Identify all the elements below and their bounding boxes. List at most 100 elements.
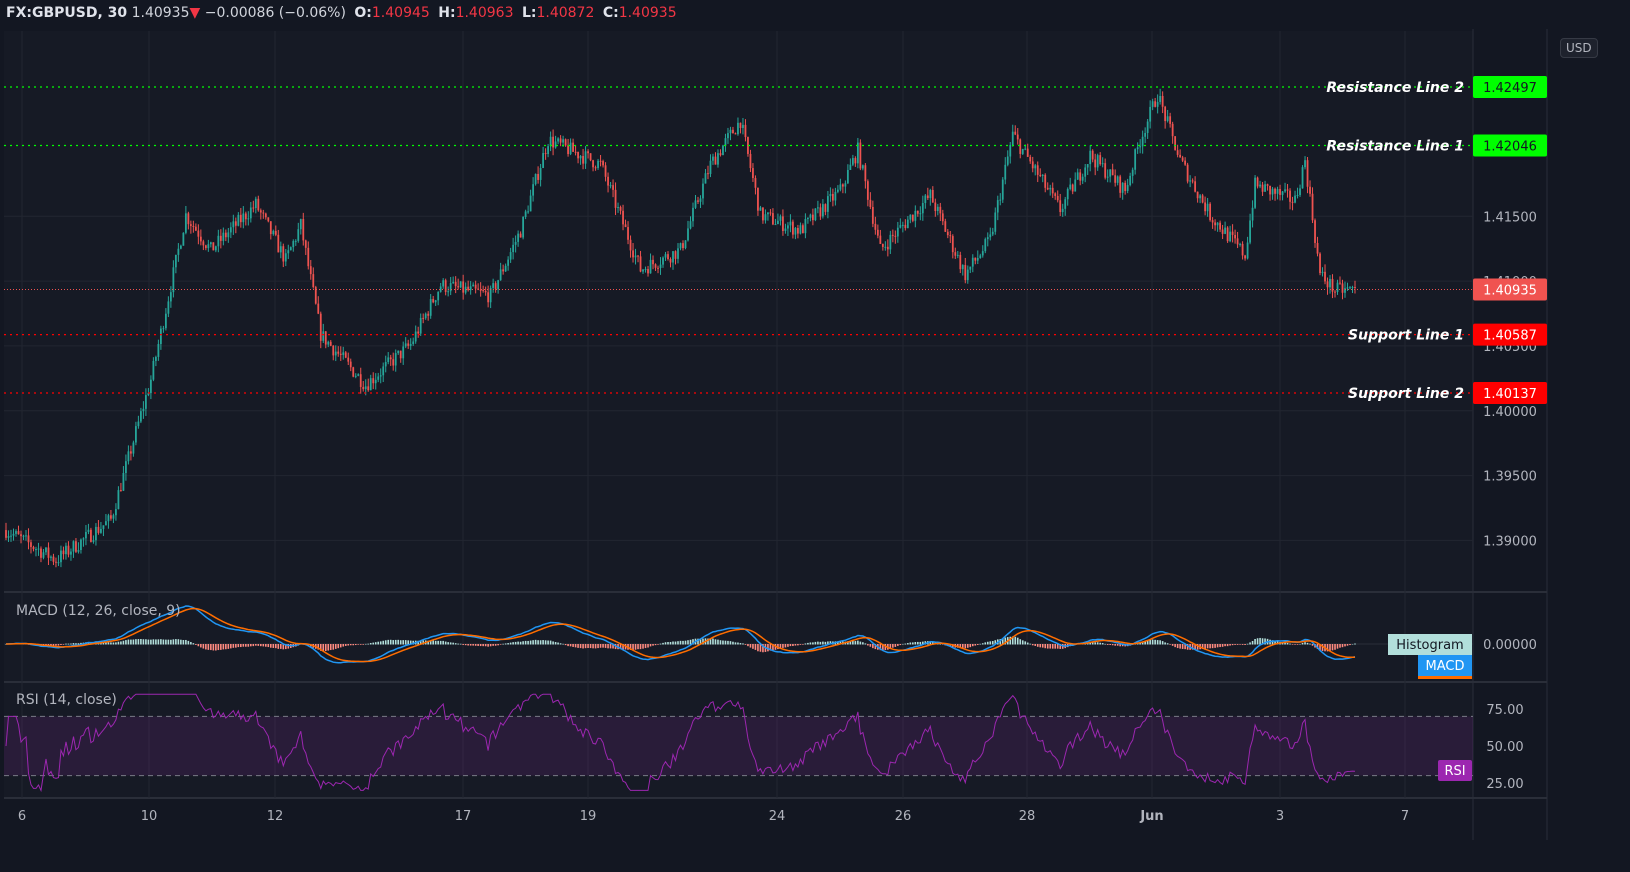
- rsi-title[interactable]: RSI (14, close): [16, 692, 117, 708]
- time-axis-label: 17: [455, 809, 472, 824]
- histogram-bar: [1351, 643, 1354, 645]
- histogram-bar: [1309, 643, 1311, 645]
- candle-body: [1284, 189, 1286, 192]
- histogram-bar: [594, 644, 597, 649]
- histogram-bar: [1149, 639, 1151, 645]
- histogram-bar: [245, 644, 247, 647]
- candle-body: [312, 274, 315, 288]
- candle-body: [459, 281, 462, 288]
- candle-body: [32, 546, 35, 550]
- candle-body: [110, 515, 112, 519]
- histogram-bar: [1164, 642, 1166, 645]
- candle-body: [1074, 179, 1077, 192]
- histogram-bar: [454, 643, 457, 645]
- histogram-bar: [582, 644, 584, 649]
- histogram-bar: [1159, 640, 1161, 645]
- candle-body: [1349, 287, 1351, 289]
- histogram-bar: [529, 640, 532, 645]
- candle-body: [777, 220, 779, 225]
- histogram-bar: [674, 641, 677, 645]
- candle-body: [157, 344, 160, 357]
- candle-body: [924, 195, 927, 204]
- histogram-bar: [1029, 643, 1032, 645]
- histogram-bar: [389, 639, 392, 645]
- candle-body: [986, 237, 989, 240]
- candle-body: [209, 242, 212, 245]
- histogram-bar: [1031, 644, 1034, 646]
- candle-body: [779, 216, 782, 221]
- chart-canvas[interactable]: 610121719242628Jun371.415001.410001.4050…: [0, 0, 1630, 872]
- macd-title[interactable]: MACD (12, 26, close, 9): [16, 603, 181, 619]
- candle-body: [557, 138, 559, 142]
- histogram-bar: [1301, 643, 1304, 645]
- currency-button[interactable]: USD: [1560, 38, 1598, 58]
- histogram-bar: [167, 639, 170, 645]
- histogram-bar: [329, 644, 332, 651]
- histogram-bar: [397, 639, 400, 645]
- histogram-bar: [197, 644, 200, 647]
- candle: [352, 366, 355, 378]
- candle-body: [644, 269, 647, 271]
- candle-body: [1031, 161, 1034, 169]
- candle-body: [219, 235, 222, 241]
- candle-body: [432, 299, 435, 303]
- histogram-bar: [65, 643, 67, 645]
- time-axis-label: 6: [18, 809, 26, 824]
- candle-body: [764, 214, 767, 221]
- histogram-bar: [517, 641, 519, 645]
- candle-body: [172, 267, 175, 293]
- histogram-bar: [172, 639, 175, 645]
- candle-body: [50, 556, 52, 558]
- candle-body: [1261, 184, 1264, 192]
- candle: [1254, 175, 1256, 210]
- histogram-bar: [499, 644, 502, 645]
- candle-body: [407, 343, 410, 346]
- candle-body: [544, 153, 547, 155]
- candle-body: [669, 259, 672, 263]
- candle: [1301, 165, 1304, 189]
- candle-body: [1286, 189, 1289, 191]
- histogram-bar: [522, 641, 524, 645]
- histogram-bar: [185, 639, 187, 645]
- histogram-bar: [609, 644, 612, 649]
- candle-body: [979, 255, 982, 258]
- candle-body: [257, 198, 260, 211]
- candle-body: [951, 236, 954, 253]
- candle-body: [194, 226, 197, 231]
- histogram-bar: [749, 644, 752, 648]
- histogram-bar: [1104, 643, 1106, 645]
- histogram-bar: [1244, 644, 1246, 645]
- histogram-bar: [599, 644, 602, 648]
- histogram-bar: [902, 643, 904, 645]
- candle-body: [974, 257, 977, 261]
- candle-body: [674, 251, 677, 259]
- candle-body: [659, 264, 662, 269]
- candle-body: [120, 490, 122, 492]
- histogram-bar: [1256, 638, 1259, 645]
- candle-body: [524, 211, 527, 217]
- candle: [314, 285, 317, 305]
- histogram-bar: [457, 643, 459, 645]
- histogram-bar: [1039, 644, 1042, 648]
- histogram-bar: [110, 642, 112, 645]
- candle-body: [562, 139, 564, 143]
- candle-body: [754, 178, 757, 188]
- candle-body: [1169, 116, 1172, 124]
- candle-body: [1039, 174, 1042, 176]
- candle: [589, 153, 592, 162]
- candle-body: [639, 256, 642, 272]
- histogram-bar: [1041, 644, 1044, 648]
- candle-body: [1146, 121, 1149, 133]
- histogram-bar: [579, 644, 582, 649]
- candle-body: [17, 531, 20, 535]
- candle-body: [769, 212, 772, 214]
- candle-body: [1156, 102, 1159, 107]
- candle-body: [1069, 184, 1072, 190]
- candle-body: [1004, 164, 1007, 180]
- candle-body: [904, 224, 907, 229]
- histogram-bar: [899, 644, 902, 646]
- candle-body: [886, 246, 889, 250]
- histogram-bar: [544, 640, 547, 645]
- histogram-bar: [217, 644, 220, 651]
- candle-body: [164, 313, 167, 329]
